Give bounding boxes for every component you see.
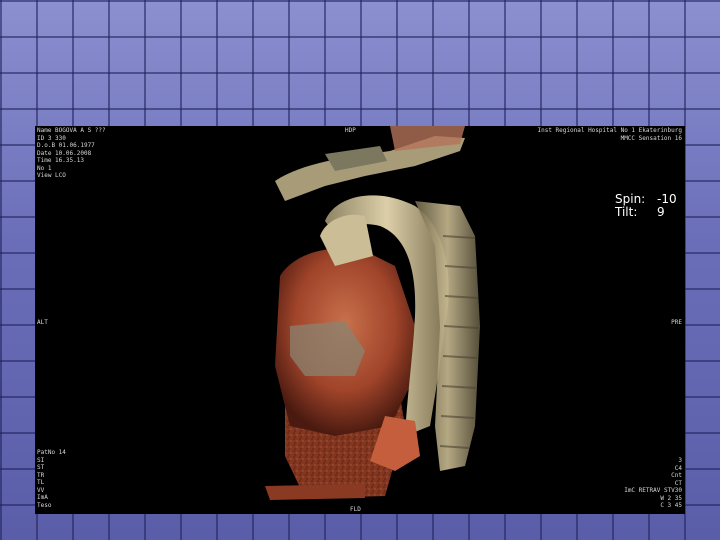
- window-param-line: W 2 35: [660, 494, 682, 502]
- patient-info-line: No 1: [37, 164, 52, 172]
- scan-param-line: VV: [37, 486, 45, 494]
- institution-line: MMCC Sensation 16: [620, 134, 682, 142]
- patient-info-line: D.o.B 01.06.1977: [37, 142, 95, 149]
- scan-param-line: Teso: [37, 501, 52, 509]
- window-param-line: CT: [674, 479, 682, 487]
- institution-overlay: Inst Regional Hospital No 1 Ekaterinburg…: [538, 127, 683, 172]
- bottom-center-label: FLD: [350, 506, 361, 513]
- institution-line: [538, 165, 683, 173]
- window-param-line: ImC RETRAV STV30: [624, 487, 682, 494]
- scan-params-overlay: PatNo 14 SI ST TR TL VV ImA Teso: [37, 449, 66, 509]
- window-param-line: C4: [674, 464, 682, 472]
- patient-info-line: Date 10.06.2008: [37, 149, 92, 157]
- scan-param-line: PatNo 14: [37, 449, 66, 456]
- patient-info-line: ID 3 330: [37, 134, 66, 142]
- institution-line: [538, 150, 683, 158]
- tilt-label: Tilt:: [615, 205, 638, 219]
- window-param-line: C 3 45: [660, 502, 682, 509]
- volume-render-image: [265, 126, 480, 500]
- window-param-line: 3: [678, 457, 682, 464]
- presentation-slide: Name BOGOVA A S ??? ID 3 330 D.o.B 01.06…: [0, 0, 720, 540]
- right-orientation-label: PRE: [671, 319, 682, 326]
- top-center-label: HDP: [345, 127, 356, 134]
- patient-info-line: Name BOGOVA A S ???: [37, 127, 106, 134]
- scan-param-line: SI: [37, 456, 45, 464]
- left-orientation-label: ALT: [37, 319, 48, 326]
- window-params-overlay: 3 C4 Cnt CT ImC RETRAV STV30 W 2 35 C 3 …: [624, 457, 682, 510]
- patient-info-line: Time 16.35.13: [37, 157, 84, 164]
- scan-param-line: ST: [37, 464, 45, 471]
- scan-param-line: TL: [37, 479, 45, 486]
- scan-param-line: ImA: [37, 494, 48, 501]
- patient-info-line: View LCO: [37, 172, 66, 179]
- spin-tilt-readout: Spin: -10 Tilt: 9: [615, 193, 681, 219]
- window-param-line: Cnt: [671, 472, 682, 479]
- ct-3d-render-viewport[interactable]: Name BOGOVA A S ??? ID 3 330 D.o.B 01.06…: [35, 126, 685, 514]
- scan-param-line: TR: [37, 471, 45, 479]
- tilt-value: 9: [657, 205, 665, 219]
- patient-info-overlay: Name BOGOVA A S ??? ID 3 330 D.o.B 01.06…: [37, 127, 106, 180]
- institution-line: [538, 157, 683, 165]
- institution-line: [538, 142, 683, 150]
- institution-line: Inst Regional Hospital No 1 Ekaterinburg: [537, 127, 683, 134]
- bottom-tissue-shape: [265, 484, 365, 500]
